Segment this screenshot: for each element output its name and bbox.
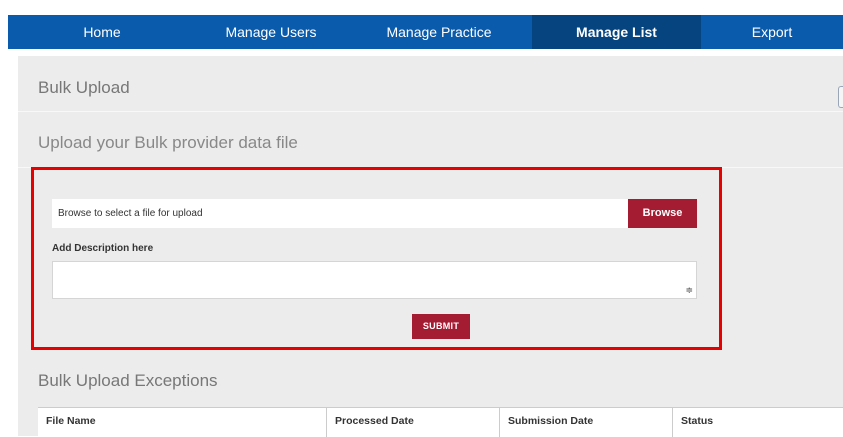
edge-tab [838,86,843,108]
exceptions-title: Bulk Upload Exceptions [38,371,218,390]
description-label: Add Description here [52,243,154,254]
highlight-box [31,167,722,350]
column-header-submission-date[interactable]: Submission Date [499,408,672,437]
description-textarea[interactable]: ≑ [52,261,697,299]
exceptions-table: File Name Processed Date Submission Date… [38,407,843,437]
divider [18,111,843,112]
column-header-status[interactable]: Status [672,408,843,437]
page-title: Bulk Upload [38,78,130,97]
column-header-file-name[interactable]: File Name [38,408,326,437]
nav-home[interactable]: Home [8,15,196,49]
nav-manage-users[interactable]: Manage Users [196,15,346,49]
nav-export[interactable]: Export [701,15,843,49]
browse-button[interactable]: Browse [628,199,697,228]
submit-button[interactable]: SUBMIT [412,314,470,339]
resize-handle-icon[interactable]: ≑ [685,286,693,295]
nav-manage-practice[interactable]: Manage Practice [346,15,532,49]
file-path-field[interactable]: Browse to select a file for upload [52,199,628,228]
page-subtitle: Upload your Bulk provider data file [38,133,298,152]
column-header-processed-date[interactable]: Processed Date [326,408,499,437]
main-nav: Home Manage Users Manage Practice Manage… [8,15,843,49]
nav-manage-list[interactable]: Manage List [532,15,701,49]
